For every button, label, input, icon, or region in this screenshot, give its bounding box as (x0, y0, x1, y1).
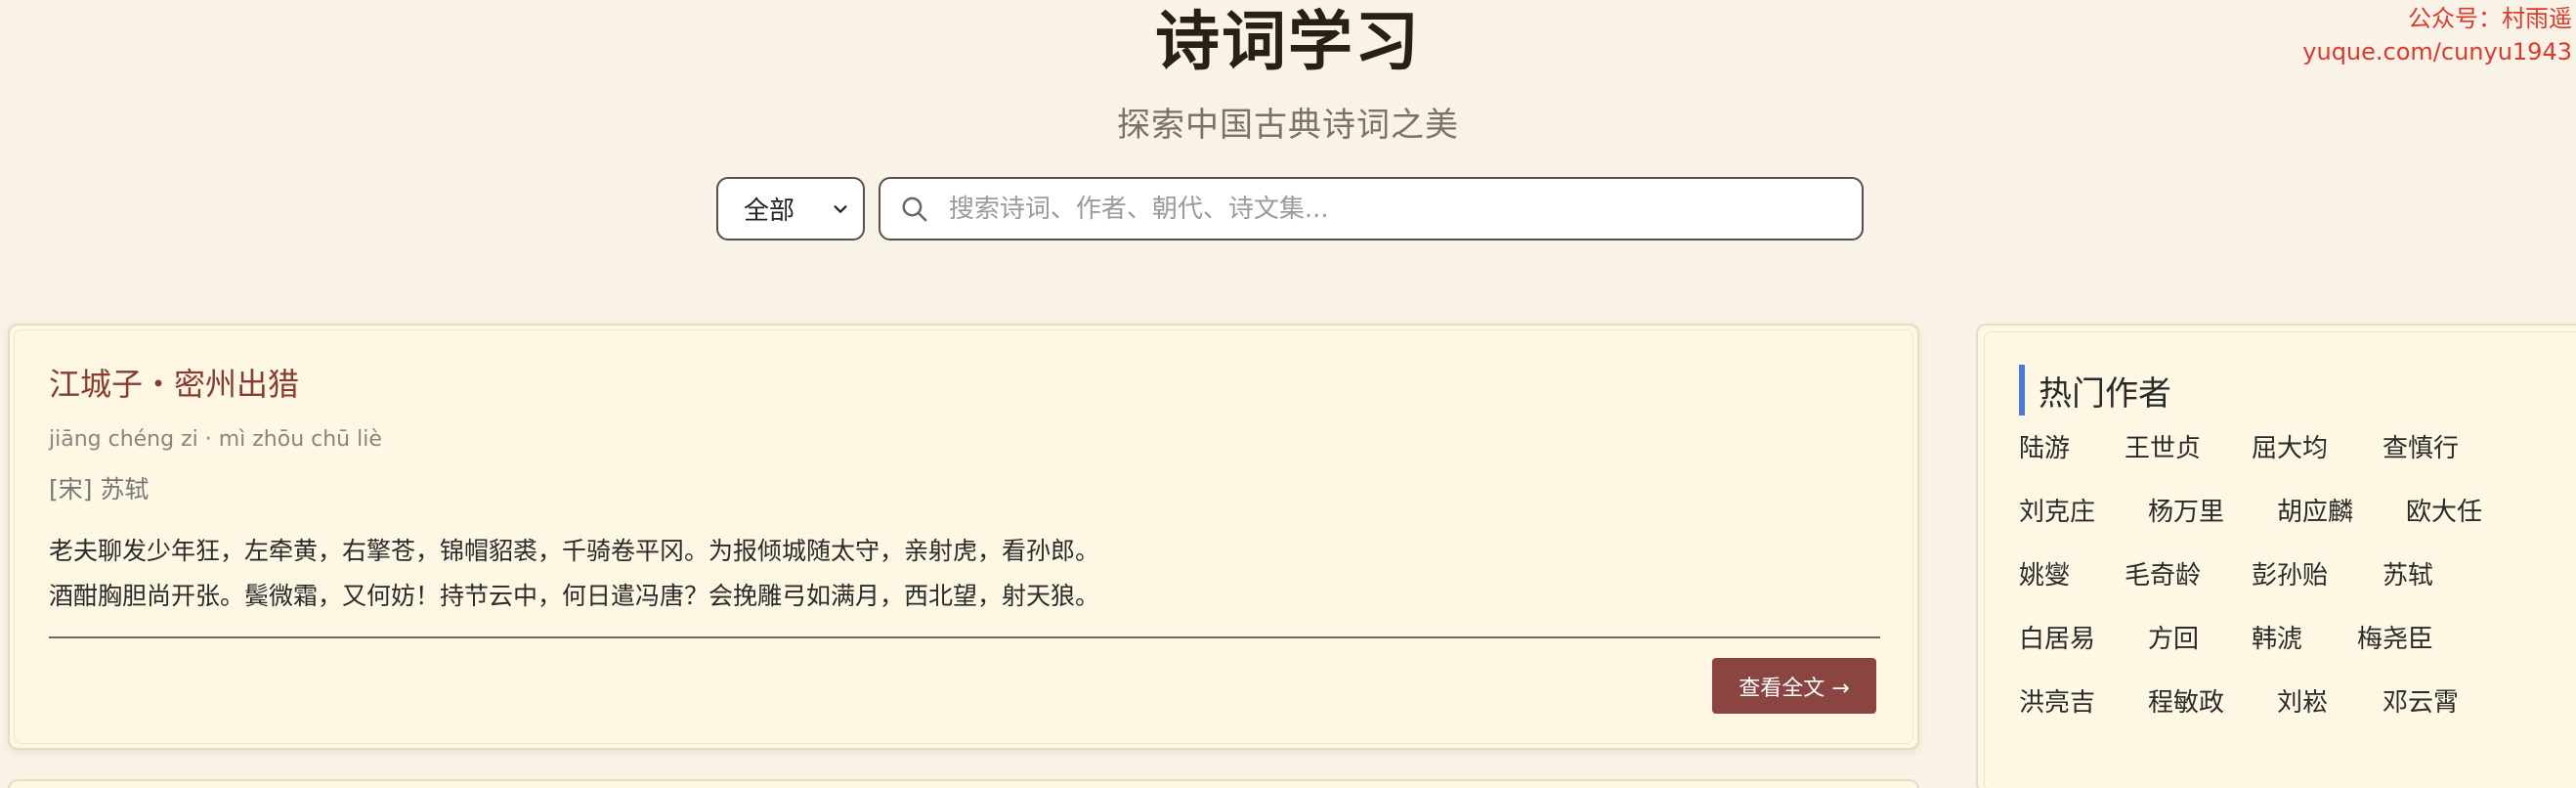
category-select[interactable]: 全部 (716, 177, 865, 241)
author-tag[interactable]: 毛奇龄 (2125, 558, 2201, 593)
author-tag[interactable]: 白居易 (2019, 622, 2095, 657)
poem-card: 江城子・密州出猎 jiāng chéng zi · mì zhōu chū li… (8, 324, 1919, 750)
author-tag-list: 陆游 王世贞 屈大均 查慎行 刘克庄 杨万里 胡应麟 欧大任 姚燮 毛奇龄 彭孙… (2019, 431, 2566, 764)
heading-accent-bar (2019, 365, 2025, 416)
poem-title[interactable]: 江城子・密州出猎 (49, 363, 1878, 406)
search-box (879, 177, 1864, 241)
author-tag[interactable]: 杨万里 (2148, 495, 2224, 530)
author-tag[interactable]: 欧大任 (2406, 495, 2482, 530)
sidebar-heading: 热门作者 (2019, 365, 2576, 416)
search-input[interactable] (948, 194, 1842, 224)
author-tag[interactable]: 王世贞 (2125, 431, 2201, 466)
author-tag[interactable]: 刘克庄 (2019, 495, 2095, 530)
read-more-button[interactable]: 查看全文 → (1712, 658, 1876, 714)
hot-authors-panel: 热门作者 陆游 王世贞 屈大均 查慎行 刘克庄 杨万里 胡应麟 欧大任 姚燮 毛… (1976, 324, 2576, 788)
page-title: 诗词学习 (1155, 4, 1421, 79)
author-tag[interactable]: 苏轼 (2383, 558, 2433, 593)
chevron-down-icon (834, 204, 847, 213)
sidebar-heading-text: 热门作者 (2039, 373, 2171, 414)
author-tag[interactable]: 程敏政 (2148, 685, 2224, 721)
author-tag[interactable]: 陆游 (2019, 431, 2070, 466)
author-tag[interactable]: 韩淲 (2252, 622, 2302, 657)
author-tag[interactable]: 邓云霄 (2383, 685, 2459, 721)
author-tag[interactable]: 洪亮吉 (2019, 685, 2095, 721)
poem-divider (49, 636, 1880, 638)
author-tag[interactable]: 姚燮 (2019, 558, 2070, 593)
page-subtitle: 探索中国古典诗词之美 (1117, 106, 1459, 145)
author-tag[interactable]: 方回 (2148, 622, 2199, 657)
poem-pinyin: jiāng chéng zi · mì zhōu chū liè (49, 427, 382, 452)
search-bar: 全部 (716, 177, 1864, 241)
author-tag[interactable]: 彭孙贻 (2252, 558, 2328, 593)
author-tag[interactable]: 胡应麟 (2277, 495, 2353, 530)
author-tag[interactable]: 梅尧臣 (2357, 622, 2433, 657)
poem-author: [宋] 苏轼 (49, 475, 150, 503)
next-poem-card (8, 779, 1919, 788)
author-tag[interactable]: 查慎行 (2383, 431, 2459, 466)
poem-line: 老夫聊发少年狂，左牵黄，右擎苍，锦帽貂裘，千骑卷平冈。为报倾城随太守，亲射虎，看… (49, 537, 1100, 565)
author-tag[interactable]: 刘崧 (2277, 685, 2328, 721)
author-tag[interactable]: 屈大均 (2252, 431, 2328, 466)
category-select-value: 全部 (744, 197, 795, 226)
search-icon (902, 197, 927, 221)
poem-line: 酒酣胸胆尚开张。鬓微霜，又何妨！持节云中，何日遣冯唐？会挽雕弓如满月，西北望，射… (49, 582, 1100, 610)
